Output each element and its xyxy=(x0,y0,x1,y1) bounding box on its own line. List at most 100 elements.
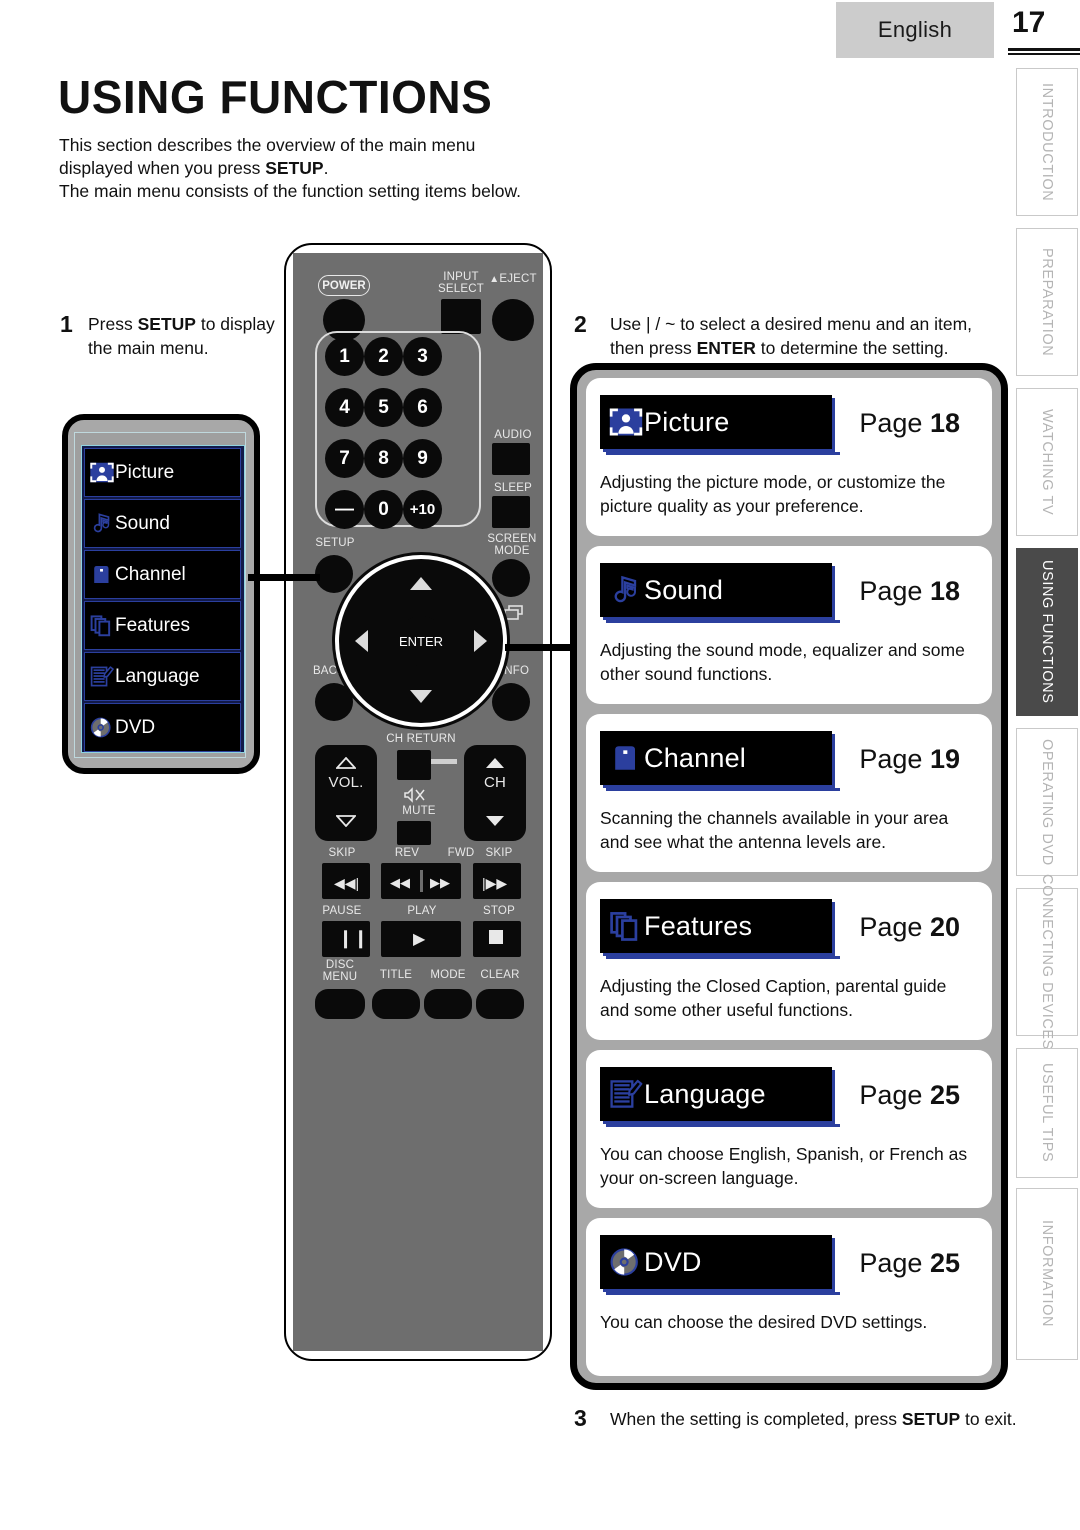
osd-menu-item-channel[interactable]: Channel xyxy=(84,550,241,599)
screen-mode-button[interactable] xyxy=(492,559,530,597)
ch-return-button[interactable] xyxy=(397,750,431,780)
dpad-left-icon[interactable] xyxy=(355,630,368,652)
osd-menu-item-dvd[interactable]: DVD xyxy=(84,703,241,752)
fwd-icon[interactable]: ▶▶ xyxy=(430,875,450,891)
osd-menu-item-label: Picture xyxy=(115,462,175,483)
sidebar-tab-watching-tv[interactable]: WATCHING TV xyxy=(1016,388,1078,536)
setup-label: SETUP xyxy=(315,537,355,549)
menu-card-chip-underline xyxy=(606,956,840,959)
mode-label: MODE xyxy=(430,969,466,981)
step-2-text: Use | / ~ to select a desired menu and a… xyxy=(610,313,1010,360)
number-key-3[interactable]: 3 xyxy=(403,337,442,376)
sidebar-tab-label: CONNECTING DEVICES xyxy=(1039,874,1055,1050)
volume-up-icon[interactable] xyxy=(336,757,356,769)
language-icon xyxy=(89,665,115,688)
menu-card-chip-underline xyxy=(606,1292,840,1295)
dpad-right-icon[interactable] xyxy=(474,630,487,652)
connector-line-setup xyxy=(248,574,320,581)
page-reference-number: 25 xyxy=(929,1080,960,1110)
rev-label: REV xyxy=(394,847,420,859)
page-reference-prefix: Page xyxy=(859,1248,930,1278)
back-button[interactable] xyxy=(315,683,353,721)
sidebar-tab-operating-dvd[interactable]: OPERATING DVD xyxy=(1016,728,1078,876)
number-key-dash[interactable]: — xyxy=(325,490,364,529)
number-key-1[interactable]: 1 xyxy=(325,337,364,376)
sleep-button[interactable] xyxy=(492,496,530,528)
menu-card-header: Language Page 25 xyxy=(600,1066,978,1127)
number-key-2[interactable]: 2 xyxy=(364,337,403,376)
menu-card-language[interactable]: Language Page 25 You can choose English, S… xyxy=(586,1050,992,1208)
number-key-6[interactable]: 6 xyxy=(403,388,442,427)
mute-button[interactable] xyxy=(397,821,431,845)
dpad-down-icon[interactable] xyxy=(410,690,432,703)
ch-return-connector xyxy=(431,759,457,764)
clear-button[interactable] xyxy=(476,989,524,1019)
screen-mode-label: SCREEN MODE xyxy=(487,533,537,557)
intro-paragraph: This section describes the overview of t… xyxy=(59,134,619,203)
menu-card-page-reference: Page 19 xyxy=(859,744,960,775)
setup-button[interactable] xyxy=(315,555,353,593)
menu-card-features[interactable]: Features Page 20 Adjusting the Closed Capt… xyxy=(586,882,992,1040)
play-icon[interactable]: ▶ xyxy=(413,929,425,949)
page-reference-prefix: Page xyxy=(859,1080,930,1110)
play-label: PLAY xyxy=(407,905,437,917)
rev-icon[interactable]: ◀◀ xyxy=(390,875,410,891)
number-key-9[interactable]: 9 xyxy=(403,439,442,478)
menu-card-channel[interactable]: Channel Page 19 Scanning the channels avai… xyxy=(586,714,992,872)
step-3-text: When the setting is completed, press SET… xyxy=(610,1408,1030,1432)
menu-card-sound[interactable]: Sound Page 18 Adjusting the sound mode, eq… xyxy=(586,546,992,704)
sidebar-tab-using-functions[interactable]: USING FUNCTIONS xyxy=(1016,548,1078,716)
sidebar-tab-useful-tips[interactable]: USEFUL TIPS xyxy=(1016,1048,1078,1178)
menu-card-dvd[interactable]: DVD Page 25 You can choose the desired DVD… xyxy=(586,1218,992,1376)
pause-icon[interactable]: ❙❙ xyxy=(338,929,368,947)
channel-up-icon[interactable] xyxy=(485,757,505,769)
skip-forward-icon[interactable]: |▶▶ xyxy=(482,875,507,892)
menu-card-description: You can choose English, Spanish, or Fren… xyxy=(600,1144,968,1188)
osd-menu-item-sound[interactable]: Sound xyxy=(84,499,241,548)
number-key-0[interactable]: 0 xyxy=(364,490,403,529)
eject-button[interactable] xyxy=(492,299,534,341)
manual-page: English 17 INTRODUCTION PREPARATION WATCHI… xyxy=(0,0,1080,1530)
menu-card-page-reference: Page 18 xyxy=(859,576,960,607)
sidebar-tab-label: PREPARATION xyxy=(1039,247,1055,357)
sidebar-tab-label: INFORMATION xyxy=(1039,1220,1055,1328)
features-icon xyxy=(608,910,644,942)
title-button[interactable] xyxy=(372,989,420,1019)
enter-button[interactable]: ENTER xyxy=(396,616,446,666)
intro-line-3: The main menu consists of the function s… xyxy=(59,181,522,201)
audio-button[interactable] xyxy=(492,443,530,475)
mode-button[interactable] xyxy=(424,989,472,1019)
number-key-8[interactable]: 8 xyxy=(364,439,403,478)
osd-menu-item-language[interactable]: Language xyxy=(84,652,241,701)
sidebar-tab-introduction[interactable]: INTRODUCTION xyxy=(1016,68,1078,216)
channel-down-icon[interactable] xyxy=(485,815,505,827)
menu-card-page-reference: Page 25 xyxy=(859,1248,960,1279)
menu-card-chip: Picture xyxy=(600,395,840,455)
power-label: POWER xyxy=(318,275,370,296)
skip-back-label: SKIP xyxy=(328,847,356,859)
sidebar-tab-preparation[interactable]: PREPARATION xyxy=(1016,228,1078,376)
sidebar-tab-connecting-devices[interactable]: CONNECTING DEVICES xyxy=(1016,874,1078,1050)
menu-card-description: Adjusting the sound mode, equalizer and … xyxy=(600,640,965,684)
input-select-button[interactable] xyxy=(441,299,481,334)
sidebar-tab-information[interactable]: INFORMATION xyxy=(1016,1188,1078,1360)
number-key-4[interactable]: 4 xyxy=(325,388,364,427)
osd-menu-item-picture[interactable]: Picture xyxy=(84,448,241,497)
info-button[interactable] xyxy=(492,683,530,721)
skip-fwd-label: SKIP xyxy=(485,847,513,859)
channel-label: CH xyxy=(483,774,507,791)
stop-icon[interactable] xyxy=(489,930,503,944)
menu-card-picture[interactable]: Picture Page 18 Adjusting the picture mode… xyxy=(586,378,992,536)
number-key-7[interactable]: 7 xyxy=(325,439,364,478)
disc-menu-button[interactable] xyxy=(315,989,365,1019)
volume-down-icon[interactable] xyxy=(336,815,356,827)
menu-card-header: Picture Page 18 xyxy=(600,394,978,455)
step-3-keyword: SETUP xyxy=(901,1409,961,1429)
dpad-up-icon[interactable] xyxy=(410,577,432,590)
number-key-plus10[interactable]: +10 xyxy=(403,490,442,529)
skip-back-icon[interactable]: ◀◀| xyxy=(334,875,359,892)
osd-menu-item-features[interactable]: Features xyxy=(84,601,241,650)
intro-line-2-pre: displayed when you press xyxy=(59,158,266,178)
channel-icon xyxy=(608,742,644,774)
number-key-5[interactable]: 5 xyxy=(364,388,403,427)
